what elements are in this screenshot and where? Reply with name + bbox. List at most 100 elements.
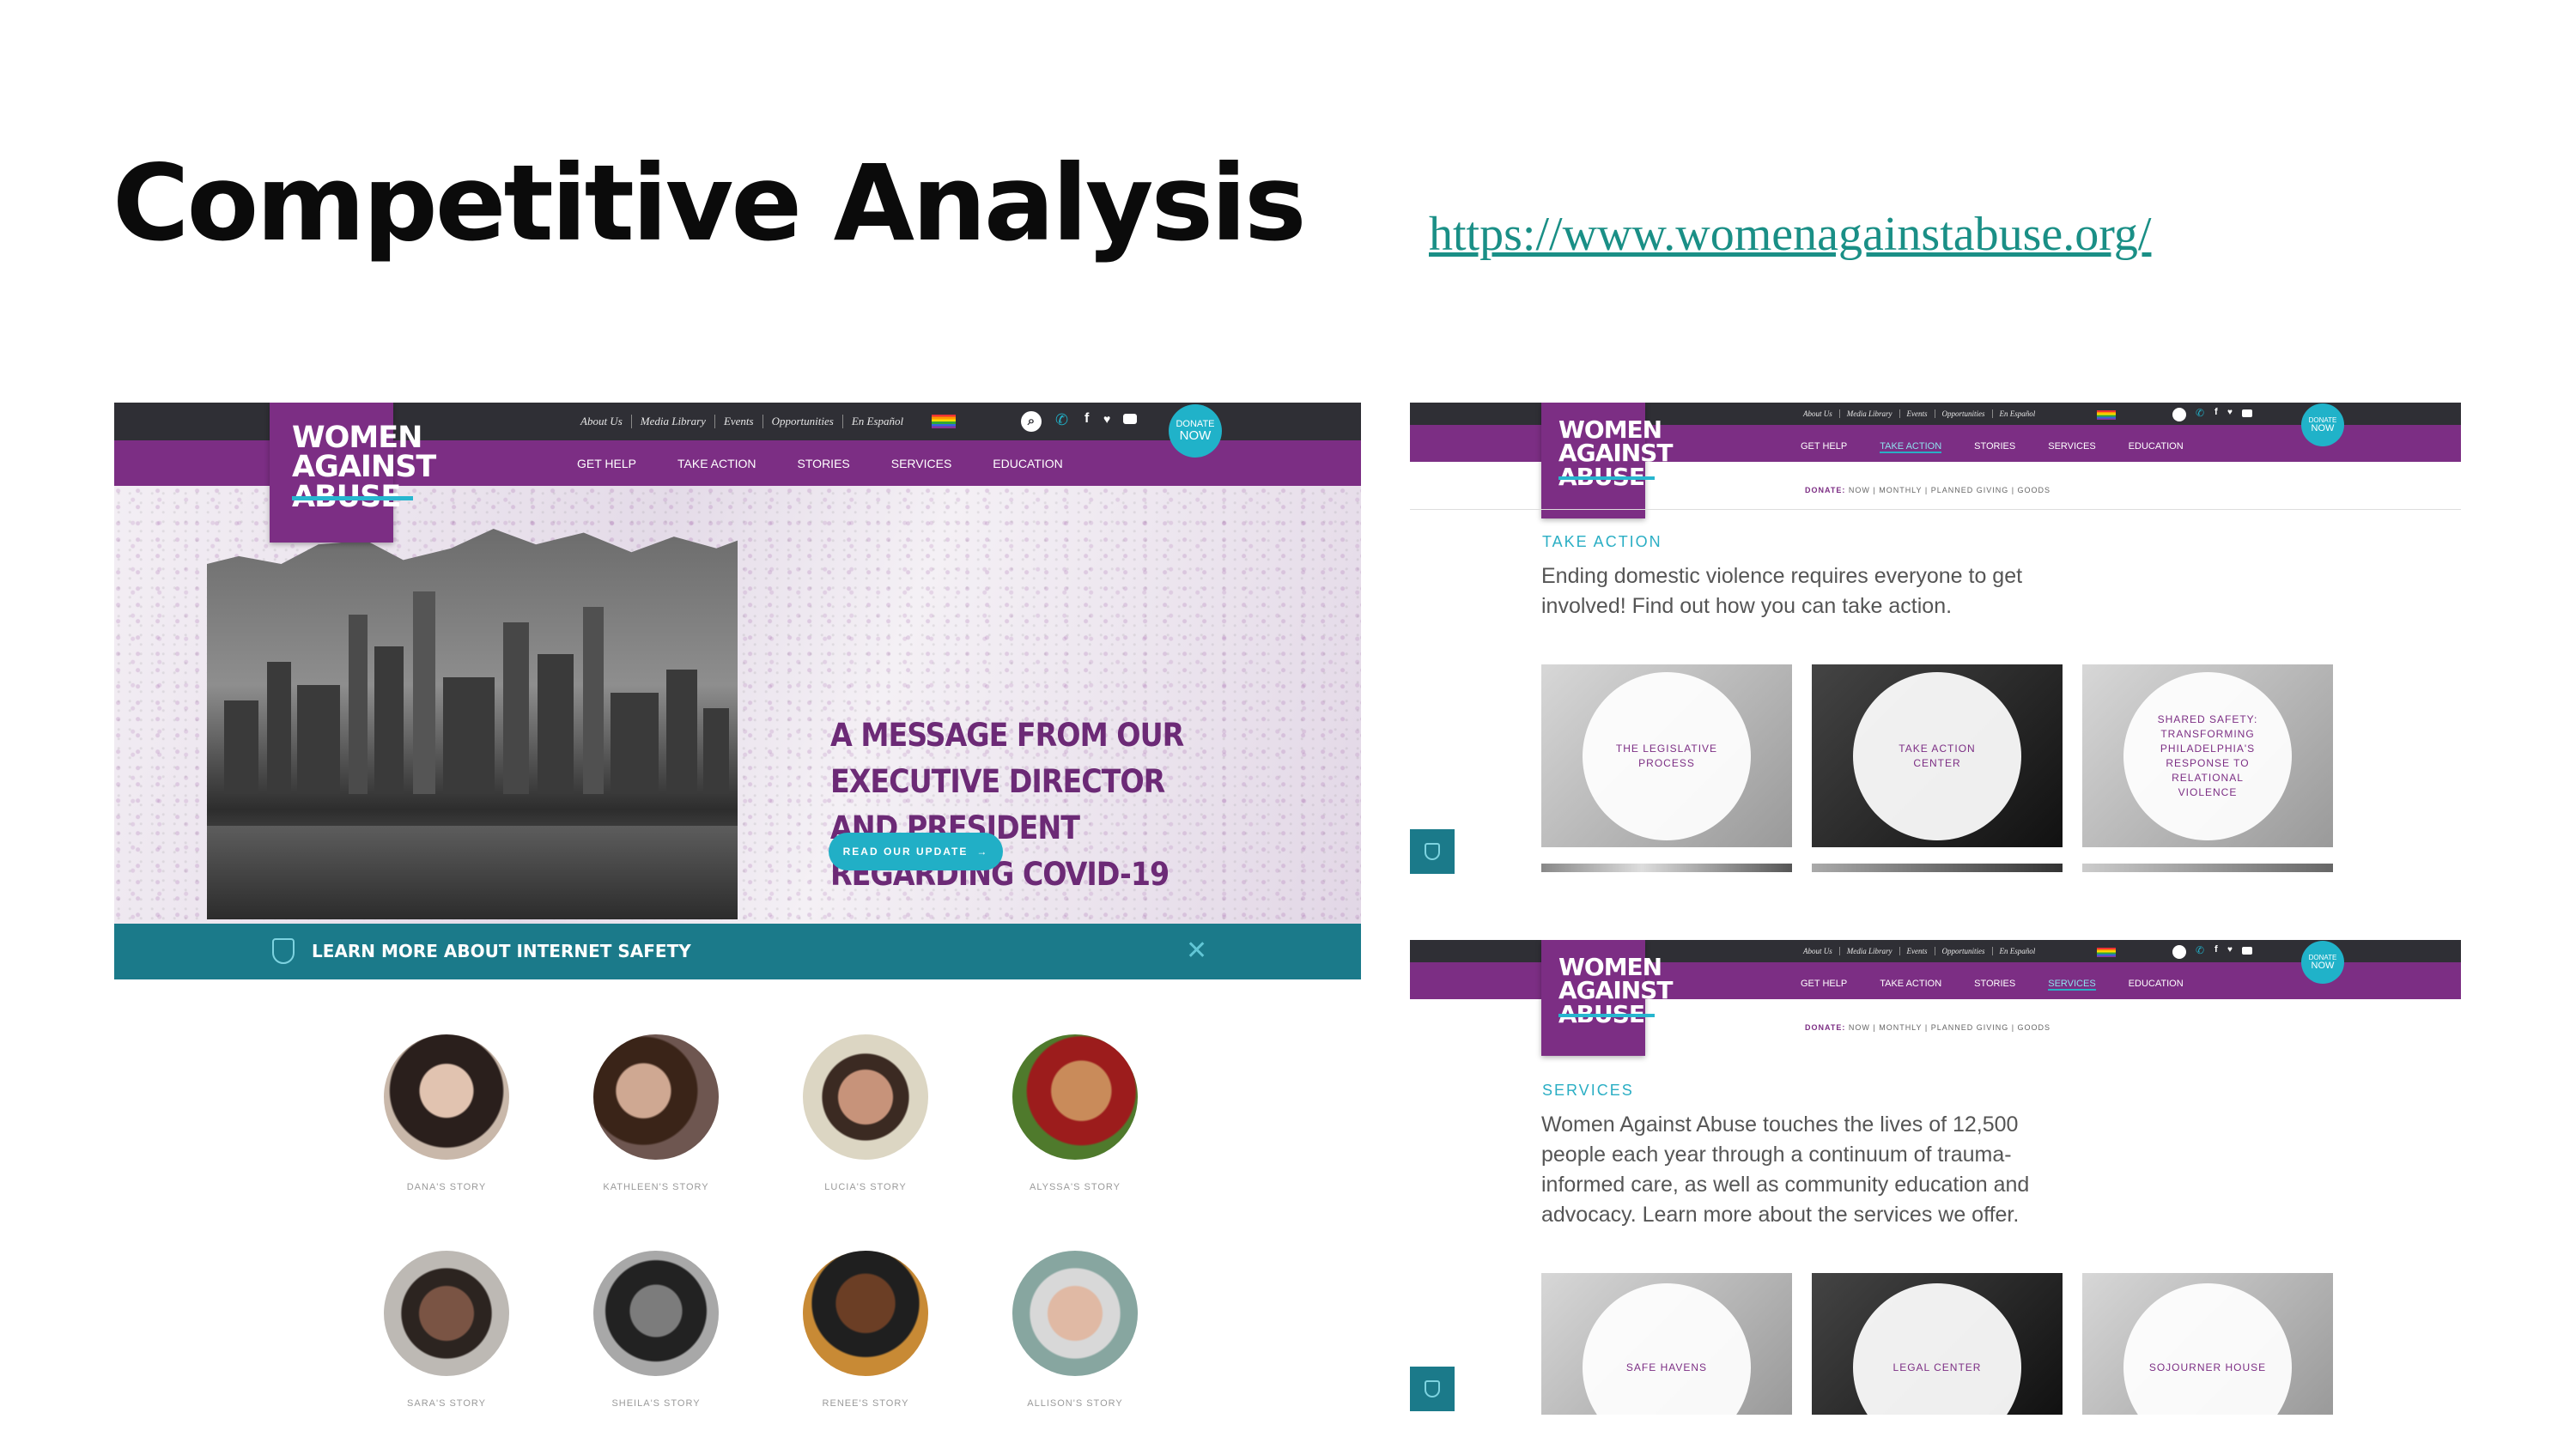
utility-links: About Us Media Library Events Opportunit… bbox=[580, 415, 912, 428]
facebook-icon[interactable]: f bbox=[2215, 407, 2218, 417]
twitter-icon[interactable]: ♥ bbox=[2227, 945, 2233, 955]
nav-education[interactable]: EDUCATION bbox=[2129, 979, 2184, 991]
nav-get-help[interactable]: GET HELP bbox=[1801, 979, 1847, 991]
arrow-right-icon: → bbox=[976, 846, 989, 858]
section-label: SERVICES bbox=[1542, 1082, 1634, 1099]
story-card[interactable]: DANA'S STORY bbox=[343, 1034, 550, 1192]
donate-options-bar[interactable]: DONATE: NOW | MONTHLY | PLANNED GIVING |… bbox=[1805, 486, 2050, 494]
tile-label: LEGAL CENTER bbox=[1893, 1361, 1982, 1373]
youtube-icon[interactable] bbox=[1123, 414, 1137, 424]
internet-safety-label: LEARN MORE ABOUT INTERNET SAFETY bbox=[312, 941, 691, 961]
nav-education[interactable]: EDUCATION bbox=[993, 457, 1062, 470]
site-url-link[interactable]: https://www.womenagainstabuse.org/ bbox=[1429, 210, 2151, 258]
util-link-espanol[interactable]: En Español bbox=[1993, 409, 2043, 418]
phone-icon[interactable]: ✆ bbox=[2196, 944, 2204, 956]
internet-safety-bar[interactable]: LEARN MORE ABOUT INTERNET SAFETY ✕ bbox=[114, 924, 1361, 979]
story-label: RENEE'S STORY bbox=[822, 1398, 909, 1409]
util-link-media[interactable]: Media Library bbox=[1840, 409, 1900, 418]
site-logo[interactable]: WOMEN AGAINST ABUSE bbox=[1541, 940, 1673, 1056]
donate-now-button[interactable]: DONATE NOW bbox=[1169, 404, 1222, 458]
twitter-icon[interactable]: ♥ bbox=[1103, 412, 1110, 426]
site-logo[interactable]: WOMEN AGAINST ABUSE bbox=[270, 403, 436, 543]
util-link-opportunities[interactable]: Opportunities bbox=[1935, 947, 1993, 955]
main-nav: GET HELP TAKE ACTION STORIES SERVICES ED… bbox=[1801, 979, 2184, 991]
nav-get-help[interactable]: GET HELP bbox=[577, 457, 636, 470]
nav-take-action[interactable]: TAKE ACTION bbox=[1880, 979, 1941, 991]
donate-now-label: NOW bbox=[2311, 422, 2335, 433]
story-label: SHEILA'S STORY bbox=[611, 1398, 701, 1409]
util-link-events[interactable]: Events bbox=[1900, 409, 1935, 418]
shield-icon bbox=[1425, 843, 1440, 860]
story-card[interactable]: ALLISON'S STORY bbox=[972, 1251, 1178, 1409]
donate-options[interactable]: NOW | MONTHLY | PLANNED GIVING | GOODS bbox=[1849, 486, 2050, 494]
nav-stories[interactable]: STORIES bbox=[798, 457, 850, 470]
tile-label: SOJOURNER HOUSE bbox=[2148, 1361, 2267, 1373]
tile-circle: THE LEGISLATIVE PROCESS bbox=[1583, 671, 1751, 840]
util-link-about[interactable]: About Us bbox=[580, 415, 632, 428]
search-icon[interactable] bbox=[2172, 945, 2186, 959]
search-icon[interactable] bbox=[2172, 408, 2186, 421]
story-card[interactable]: RENEE'S STORY bbox=[762, 1251, 969, 1409]
tile-sojourner-house[interactable]: SOJOURNER HOUSE bbox=[2082, 1273, 2333, 1415]
internet-safety-button[interactable] bbox=[1410, 829, 1455, 874]
util-link-events[interactable]: Events bbox=[715, 415, 763, 428]
donate-options-bar[interactable]: DONATE: NOW | MONTHLY | PLANNED GIVING |… bbox=[1805, 1023, 2050, 1032]
search-icon[interactable]: ⌕ bbox=[1021, 411, 1042, 432]
story-label: ALYSSA'S STORY bbox=[1030, 1182, 1121, 1192]
section-intro: Ending domestic violence requires everyo… bbox=[1541, 564, 2023, 618]
story-card[interactable]: ALYSSA'S STORY bbox=[972, 1034, 1178, 1192]
internet-safety-button[interactable] bbox=[1410, 1367, 1455, 1411]
util-link-opportunities[interactable]: Opportunities bbox=[1935, 409, 1993, 418]
nav-take-action[interactable]: TAKE ACTION bbox=[1880, 441, 1942, 453]
donate-options[interactable]: NOW | MONTHLY | PLANNED GIVING | GOODS bbox=[1849, 1023, 2050, 1032]
util-link-espanol[interactable]: En Español bbox=[843, 415, 912, 428]
util-link-media[interactable]: Media Library bbox=[632, 415, 715, 428]
twitter-icon[interactable]: ♥ bbox=[2227, 408, 2233, 417]
nav-stories[interactable]: STORIES bbox=[1974, 441, 2015, 453]
util-link-espanol[interactable]: En Español bbox=[1993, 947, 2043, 955]
util-link-opportunities[interactable]: Opportunities bbox=[763, 415, 843, 428]
logo-line-3: ABUSE bbox=[1558, 462, 1656, 491]
logo-line-1: WOMEN bbox=[1558, 415, 1662, 444]
site-logo[interactable]: WOMEN AGAINST ABUSE bbox=[1541, 403, 1673, 518]
tile-shared-safety[interactable]: SHARED SAFETY: TRANSFORMING PHILADELPHIA… bbox=[2082, 664, 2333, 847]
story-card[interactable]: KATHLEEN'S STORY bbox=[553, 1034, 759, 1192]
tile-circle: TAKE ACTION CENTER bbox=[1853, 671, 2021, 840]
donate-now-button[interactable]: DONATE NOW bbox=[2301, 403, 2344, 446]
phone-icon[interactable]: ✆ bbox=[2196, 407, 2204, 419]
tile-safe-havens[interactable]: SAFE HAVENS bbox=[1541, 1273, 1792, 1415]
nav-education[interactable]: EDUCATION bbox=[2129, 441, 2184, 453]
nav-get-help[interactable]: GET HELP bbox=[1801, 441, 1847, 453]
read-update-button[interactable]: READ OUR UPDATE → bbox=[829, 833, 1003, 870]
facebook-icon[interactable]: f bbox=[1084, 411, 1089, 427]
logo-line-1: WOMEN bbox=[292, 421, 422, 455]
nav-take-action[interactable]: TAKE ACTION bbox=[677, 457, 756, 470]
story-card[interactable]: SARA'S STORY bbox=[343, 1251, 550, 1409]
shield-icon bbox=[272, 938, 295, 964]
tile-take-action-center[interactable]: TAKE ACTION CENTER bbox=[1812, 664, 2063, 847]
close-icon[interactable]: ✕ bbox=[1186, 936, 1207, 966]
tile-legal-center[interactable]: LEGAL CENTER bbox=[1812, 1273, 2063, 1415]
tile-legislative-process[interactable]: THE LEGISLATIVE PROCESS bbox=[1541, 664, 1792, 847]
main-nav: GET HELP TAKE ACTION STORIES SERVICES ED… bbox=[577, 457, 1063, 470]
util-link-about[interactable]: About Us bbox=[1803, 947, 1840, 955]
nav-services[interactable]: SERVICES bbox=[2048, 441, 2095, 453]
story-label: SARA'S STORY bbox=[407, 1398, 486, 1409]
phone-icon[interactable]: ✆ bbox=[1055, 411, 1068, 429]
facebook-icon[interactable]: f bbox=[2215, 944, 2218, 955]
nav-services[interactable]: SERVICES bbox=[2048, 979, 2096, 991]
util-link-media[interactable]: Media Library bbox=[1840, 947, 1900, 955]
section-label: TAKE ACTION bbox=[1542, 533, 1662, 550]
nav-services[interactable]: SERVICES bbox=[891, 457, 952, 470]
story-card[interactable]: LUCIA'S STORY bbox=[762, 1034, 969, 1192]
pride-flag-icon bbox=[2097, 948, 2116, 957]
youtube-icon[interactable] bbox=[2242, 947, 2252, 955]
story-card[interactable]: SHEILA'S STORY bbox=[553, 1251, 759, 1409]
util-link-about[interactable]: About Us bbox=[1803, 409, 1840, 418]
util-link-events[interactable]: Events bbox=[1900, 947, 1935, 955]
logo-line-2: AGAINST bbox=[1558, 976, 1673, 1005]
philadelphia-skyline-image bbox=[207, 529, 738, 919]
nav-stories[interactable]: STORIES bbox=[1974, 979, 2015, 991]
donate-now-button[interactable]: DONATE NOW bbox=[2301, 941, 2344, 984]
youtube-icon[interactable] bbox=[2242, 409, 2252, 417]
